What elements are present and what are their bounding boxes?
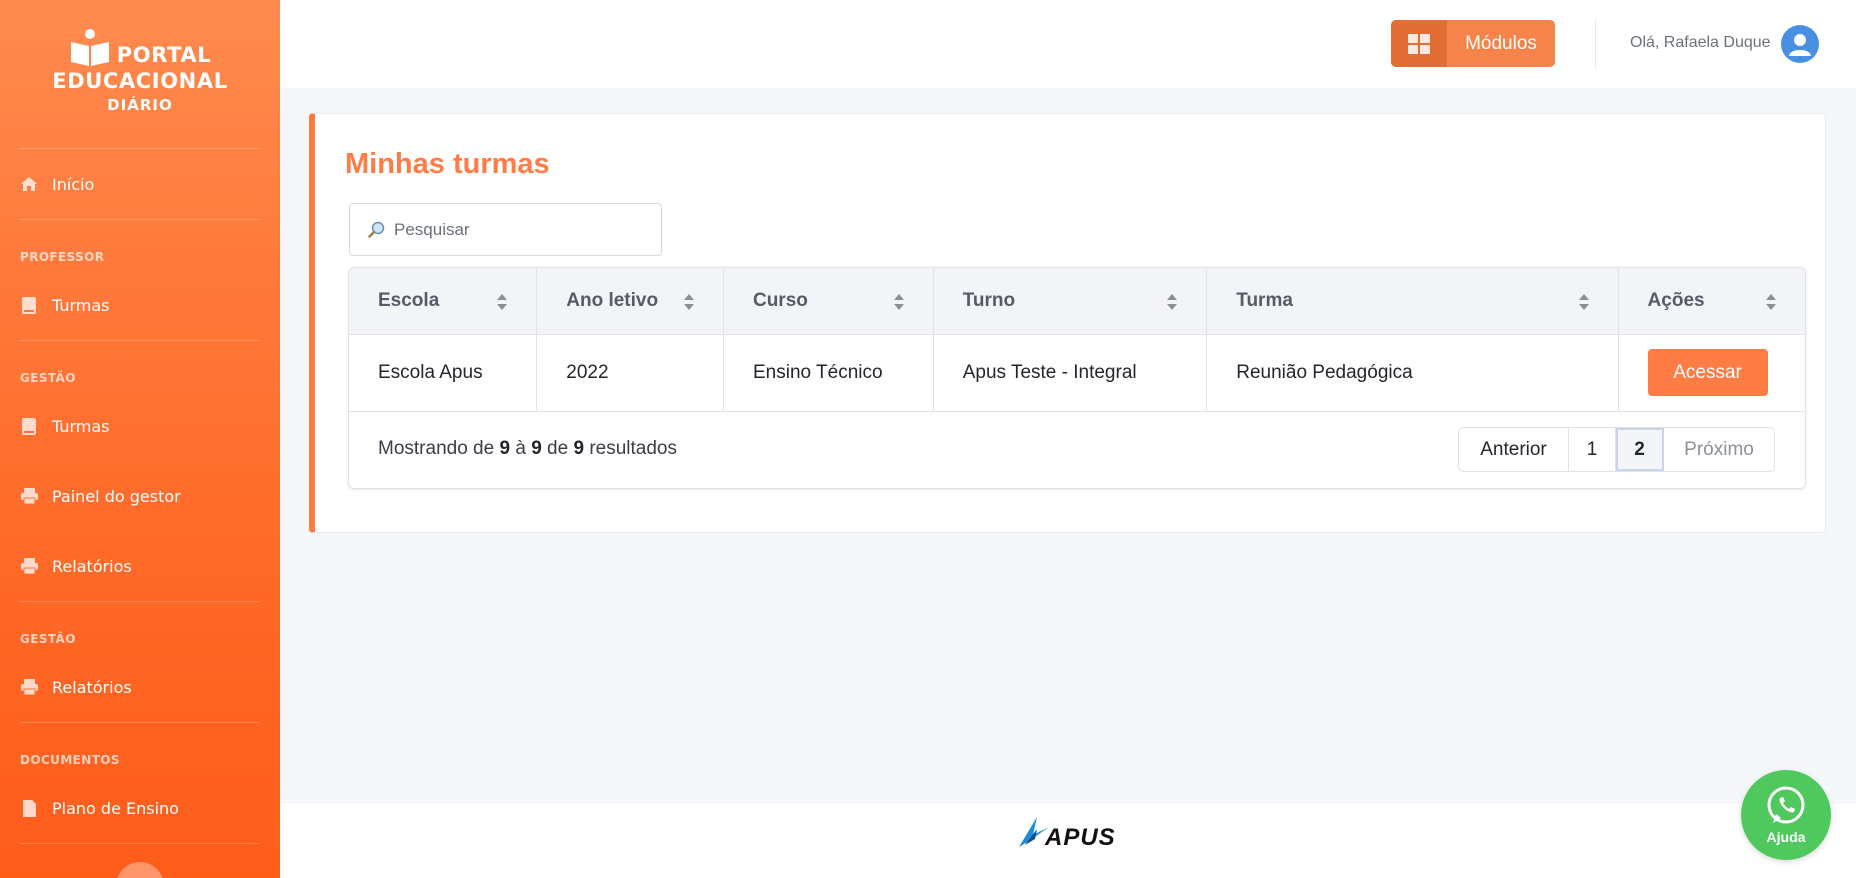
sidebar-item-turmas-professor[interactable]: Turmas — [0, 270, 280, 340]
user-avatar-icon[interactable] — [1781, 25, 1819, 63]
column-header-turma[interactable]: Turma — [1206, 268, 1619, 335]
sidebar-divider — [20, 843, 260, 844]
summary-sep2: de — [547, 438, 569, 459]
print-icon — [20, 678, 38, 696]
page-footer: APUS — [280, 804, 1856, 878]
cell-acoes: Acessar — [1618, 334, 1805, 412]
search-placeholder: Pesquisar — [394, 219, 470, 239]
table-row: Escola Apus 2022 Ensino Técnico Apus Tes… — [349, 334, 1805, 412]
cell-escola: Escola Apus — [349, 334, 538, 412]
apus-brand-text: APUS — [1045, 824, 1116, 851]
logo-line1: PORTAL — [116, 43, 212, 67]
column-header-label: Ações — [1647, 289, 1705, 311]
home-icon — [20, 175, 38, 193]
sort-icon — [1167, 294, 1178, 310]
logo-line3: DIÁRIO — [107, 96, 173, 114]
page-title: Minhas turmas — [345, 148, 550, 180]
sidebar-item-label: Início — [52, 174, 95, 194]
table-footer: Mostrando de 9 à 9 de 9 resultados Anter… — [349, 412, 1805, 488]
sidebar-item-plano-ensino[interactable]: Plano de Ensino — [0, 773, 280, 843]
grid-icon — [1391, 20, 1447, 67]
sidebar-item-turmas-gestao[interactable]: Turmas — [0, 391, 280, 461]
sidebar-item-relatorios-gestao[interactable]: Relatórios — [0, 531, 280, 601]
sort-icon — [1766, 294, 1776, 310]
column-header-escola[interactable]: Escola — [349, 268, 538, 335]
cell-ano-letivo: 2022 — [536, 334, 724, 412]
logo-line2: EDUCACIONAL — [52, 69, 228, 93]
column-header-label: Curso — [752, 289, 808, 311]
pagination-previous[interactable]: Anterior — [1459, 428, 1569, 471]
table-header-row: Escola Ano letivo Curso Turno Turma Açõe… — [349, 268, 1805, 335]
acessar-button[interactable]: Acessar — [1647, 349, 1768, 396]
sidebar-item-painel-gestor[interactable]: Painel do gestor — [0, 461, 280, 531]
sidebar-item-label: Turmas — [52, 295, 110, 315]
summary-sep1: à — [515, 438, 526, 459]
book-icon — [20, 296, 38, 314]
search-icon — [368, 221, 385, 238]
sort-icon — [683, 294, 694, 310]
pagination-page-2[interactable]: 2 — [1616, 428, 1664, 471]
column-header-acoes[interactable]: Ações — [1618, 268, 1805, 335]
column-header-label: Ano letivo — [566, 289, 659, 311]
portal-logo[interactable]: PORTAL EDUCACIONAL DIÁRIO — [0, 0, 280, 148]
whatsapp-icon — [1767, 786, 1805, 824]
apus-logo: APUS — [1015, 814, 1116, 852]
section-title-documentos: DOCUMENTOS — [20, 753, 120, 767]
pagination-next[interactable]: Próximo — [1664, 428, 1774, 471]
modules-label: Módulos — [1465, 32, 1537, 54]
results-summary: Mostrando de 9 à 9 de 9 resultados — [378, 438, 677, 460]
turmas-table: Escola Ano letivo Curso Turno Turma Açõe… — [348, 267, 1806, 489]
sidebar-item-label: Turmas — [52, 416, 110, 436]
column-header-turno[interactable]: Turno — [933, 268, 1208, 335]
section-title-professor: PROFESSOR — [20, 250, 105, 264]
document-icon — [20, 799, 38, 817]
sort-icon — [497, 294, 508, 310]
sidebar-item-label: Plano de Ensino — [52, 798, 179, 818]
whatsapp-help-button[interactable]: Ajuda — [1741, 770, 1831, 860]
sidebar: PORTAL EDUCACIONAL DIÁRIO Início PROFESS… — [0, 0, 280, 878]
sort-icon — [893, 294, 904, 310]
column-header-label: Turno — [962, 289, 1016, 311]
print-icon — [20, 487, 38, 505]
help-label: Ajuda — [1766, 829, 1806, 845]
summary-suffix: resultados — [589, 438, 677, 459]
column-header-ano-letivo[interactable]: Ano letivo — [536, 268, 724, 335]
sidebar-item-relatorios[interactable]: Relatórios — [0, 652, 280, 722]
column-header-curso[interactable]: Curso — [723, 268, 934, 335]
column-header-label: Turma — [1236, 289, 1293, 311]
section-title-gestao-2: GESTÃO — [20, 632, 76, 646]
summary-prefix: Mostrando de — [378, 438, 495, 459]
pagination: Anterior 1 2 Próximo — [1458, 427, 1775, 472]
summary-total: 9 — [573, 438, 585, 459]
header-separator — [1595, 20, 1596, 68]
pagination-page-1[interactable]: 1 — [1569, 428, 1616, 471]
sort-icon — [1578, 294, 1589, 310]
cell-curso: Ensino Técnico — [723, 334, 934, 412]
book-icon — [20, 417, 38, 435]
sidebar-item-label: Relatórios — [52, 677, 132, 697]
modules-button[interactable]: Módulos — [1391, 20, 1555, 67]
cell-turma: Reunião Pedagógica — [1206, 334, 1619, 412]
summary-to: 9 — [531, 438, 542, 459]
cell-turno: Apus Teste - Integral — [933, 334, 1208, 412]
sidebar-item-label: Painel do gestor — [52, 486, 181, 506]
top-header — [280, 0, 1856, 88]
sidebar-item-label: Relatórios — [52, 556, 132, 576]
print-icon — [20, 557, 38, 575]
section-title-gestao: GESTÃO — [20, 371, 76, 385]
search-input[interactable]: Pesquisar — [349, 203, 662, 256]
book-reader-icon — [70, 29, 109, 66]
user-greeting[interactable]: Olá, Rafaela Duque — [1630, 34, 1771, 52]
summary-from: 9 — [499, 438, 511, 459]
sidebar-toggle-button[interactable] — [116, 862, 164, 878]
sidebar-item-inicio[interactable]: Início — [0, 149, 280, 219]
column-header-label: Escola — [378, 289, 440, 311]
turmas-card: Minhas turmas Pesquisar Escola Ano letiv… — [309, 113, 1826, 533]
